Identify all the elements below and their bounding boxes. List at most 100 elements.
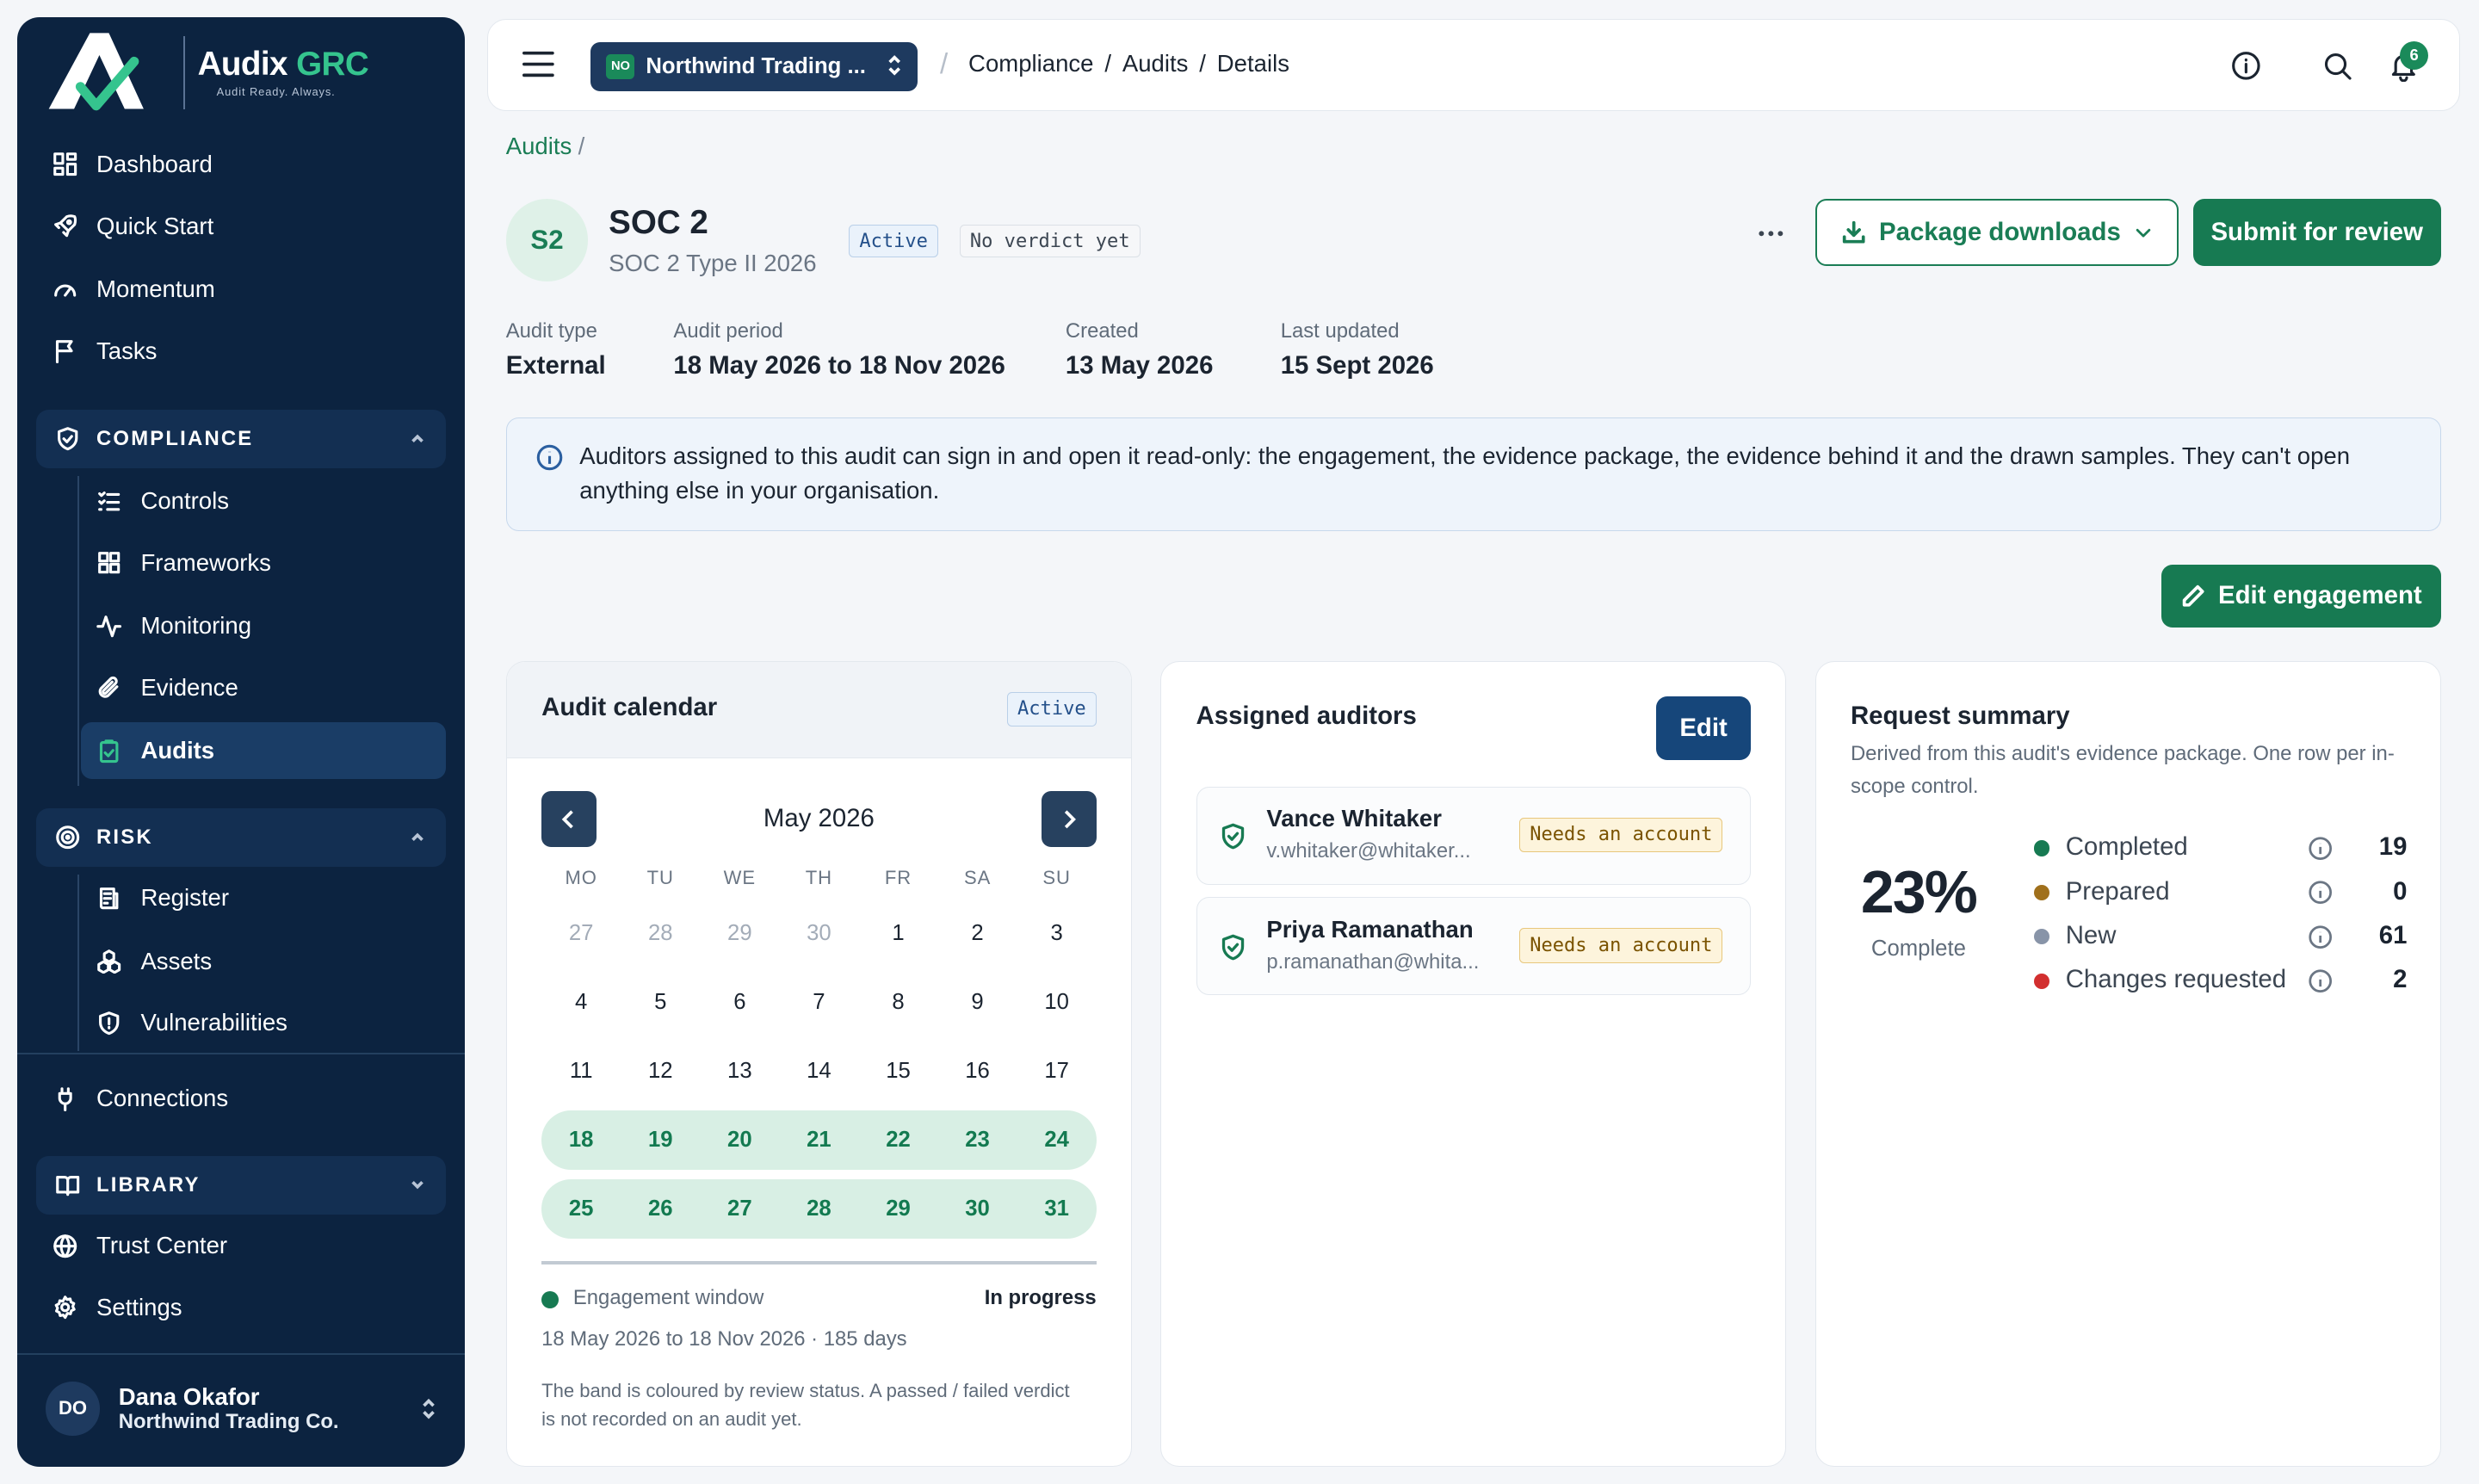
auditor-row[interactable]: Vance Whitaker v.whitaker@whitaker... Ne… [1196, 786, 1752, 885]
sidebar-item-audits[interactable]: Audits [96, 722, 214, 779]
calendar-day[interactable]: 11 [541, 1059, 621, 1084]
sidebar-item-controls[interactable]: Controls [96, 473, 229, 529]
calendar-week-engagement: 18 19 20 21 22 23 24 [541, 1105, 1097, 1174]
brand-tagline: Audit Ready. Always. [216, 85, 336, 99]
sidebar-item-label: Momentum [96, 275, 215, 303]
calendar-day[interactable]: 27 [700, 1196, 779, 1221]
calendar-day[interactable]: 29 [858, 1196, 937, 1221]
info-icon[interactable] [2308, 880, 2333, 905]
sidebar-item-label: Monitoring [140, 612, 252, 640]
section-library[interactable]: LIBRARY [36, 1155, 446, 1215]
sidebar-item-quick-start[interactable]: Quick Start [53, 198, 213, 255]
sidebar-item-vulnerabilities[interactable]: Vulnerabilities [96, 994, 287, 1051]
shield-alert-icon [96, 1011, 121, 1036]
sidebar-item-connections[interactable]: Connections [53, 1070, 228, 1127]
info-icon[interactable] [2308, 836, 2333, 861]
brand-logo[interactable]: Audix GRC Audit Ready. Always. [46, 27, 457, 125]
request-summary-card: Request summary Derived from this audit'… [1814, 660, 2441, 1468]
calendar-day[interactable]: 14 [779, 1059, 858, 1084]
calendar-day[interactable]: 31 [1017, 1196, 1097, 1221]
calendar-day[interactable]: 7 [779, 990, 858, 1015]
calendar-day[interactable]: 17 [1017, 1059, 1097, 1084]
calendar-day[interactable]: 18 [541, 1128, 621, 1153]
info-icon[interactable] [2308, 924, 2333, 949]
notification-count: 6 [2400, 40, 2429, 70]
sidebar-item-assets[interactable]: Assets [96, 933, 212, 990]
user-menu[interactable]: DO Dana Okafor Northwind Trading Co. [46, 1377, 438, 1440]
card-title: Assigned auditors [1196, 701, 1417, 730]
submit-for-review-button[interactable]: Submit for review [2192, 199, 2441, 266]
calendar-day[interactable]: 25 [541, 1196, 621, 1221]
info-icon[interactable] [2230, 50, 2262, 82]
calendar-day[interactable]: 24 [1017, 1128, 1097, 1153]
sidebar-item-label: Evidence [140, 673, 238, 701]
calendar-day[interactable]: 1 [858, 921, 937, 946]
sidebar-item-settings[interactable]: Settings [53, 1279, 182, 1336]
sidebar-item-evidence[interactable]: Evidence [96, 659, 238, 716]
assigned-auditors-card: Assigned auditors Edit Vance Whitaker v.… [1160, 660, 1787, 1468]
menu-icon[interactable] [522, 50, 554, 78]
page-breadcrumb: Audits / [505, 133, 585, 160]
calendar-day[interactable]: 21 [779, 1128, 858, 1153]
auditor-row[interactable]: Priya Ramanathan p.ramanathan@whita... N… [1196, 897, 1752, 996]
auditor-name: Vance Whitaker [1266, 805, 1442, 832]
sidebar-item-frameworks[interactable]: Frameworks [96, 535, 271, 591]
card-title: Request summary [1850, 701, 2070, 730]
sidebar-item-register[interactable]: Register [96, 869, 229, 926]
section-compliance[interactable]: COMPLIANCE [36, 409, 446, 468]
sidebar-item-label: Register [140, 884, 230, 912]
search-icon[interactable] [2321, 50, 2353, 82]
sidebar-item-tasks[interactable]: Tasks [53, 323, 157, 380]
calendar-day[interactable]: 9 [938, 990, 1017, 1015]
calendar-day[interactable]: 6 [700, 990, 779, 1015]
avatar: DO [46, 1382, 100, 1436]
crumb-details: Details [1216, 49, 1289, 77]
calendar-day[interactable]: 22 [858, 1128, 937, 1153]
next-month-button[interactable] [1041, 791, 1097, 847]
sidebar-item-dashboard[interactable]: Dashboard [53, 136, 213, 193]
calendar-day[interactable]: 12 [621, 1059, 700, 1084]
info-icon[interactable] [2308, 968, 2333, 993]
sidebar-item-monitoring[interactable]: Monitoring [96, 597, 251, 654]
calendar-day[interactable]: 20 [700, 1128, 779, 1153]
edit-engagement-button[interactable]: Edit engagement [2161, 564, 2441, 628]
calendar-day[interactable]: 10 [1017, 990, 1097, 1015]
calendar-day[interactable]: 29 [700, 921, 779, 946]
package-downloads-button[interactable]: Package downloads [1814, 199, 2179, 266]
book-icon [55, 1172, 80, 1197]
calendar-day[interactable]: 5 [621, 990, 700, 1015]
calendar-day[interactable]: 15 [858, 1059, 937, 1084]
crumb-audits[interactable]: Audits [1122, 50, 1189, 77]
page-subtitle: SOC 2 Type II 2026 [609, 250, 817, 277]
summary-row-changes-requested: Changes requested 2 [2033, 962, 2407, 1000]
sidebar-item-trust-center[interactable]: Trust Center [53, 1217, 227, 1274]
edit-auditors-button[interactable]: Edit [1656, 696, 1752, 760]
calendar-day[interactable]: 28 [621, 921, 700, 946]
calendar-day[interactable]: 30 [779, 921, 858, 946]
engagement-range: 18 May 2026 to 18 Nov 2026 · 185 days [541, 1326, 907, 1351]
calendar-week-engagement: 25 26 27 28 29 30 31 [541, 1175, 1097, 1244]
more-options-icon[interactable] [1755, 218, 1787, 250]
org-switcher[interactable]: NO Northwind Trading ... [590, 41, 918, 91]
calendar-footnote: The band is coloured by review status. A… [541, 1379, 1070, 1430]
calendar-day[interactable]: 3 [1017, 921, 1097, 946]
calendar-day[interactable]: 30 [938, 1196, 1017, 1221]
boxes-icon [96, 949, 121, 974]
calendar-day[interactable]: 13 [700, 1059, 779, 1084]
calendar-day[interactable]: 8 [858, 990, 937, 1015]
section-risk[interactable]: RISK [36, 807, 446, 867]
calendar-day[interactable]: 23 [938, 1128, 1017, 1153]
calendar-day[interactable]: 27 [541, 921, 621, 946]
crumb-compliance[interactable]: Compliance [968, 50, 1093, 77]
activity-icon [96, 614, 122, 639]
calendar-day[interactable]: 26 [621, 1196, 700, 1221]
calendar-day[interactable]: 2 [938, 921, 1017, 946]
calendar-day[interactable]: 16 [938, 1059, 1017, 1084]
breadcrumb-audits-link[interactable]: Audits [506, 133, 572, 159]
calendar-day[interactable]: 19 [621, 1128, 700, 1153]
needs-account-badge: Needs an account [1519, 817, 1723, 853]
checklist-icon [96, 489, 121, 514]
calendar-day[interactable]: 28 [779, 1196, 858, 1221]
calendar-day[interactable]: 4 [541, 990, 621, 1015]
sidebar-item-momentum[interactable]: Momentum [53, 261, 215, 318]
